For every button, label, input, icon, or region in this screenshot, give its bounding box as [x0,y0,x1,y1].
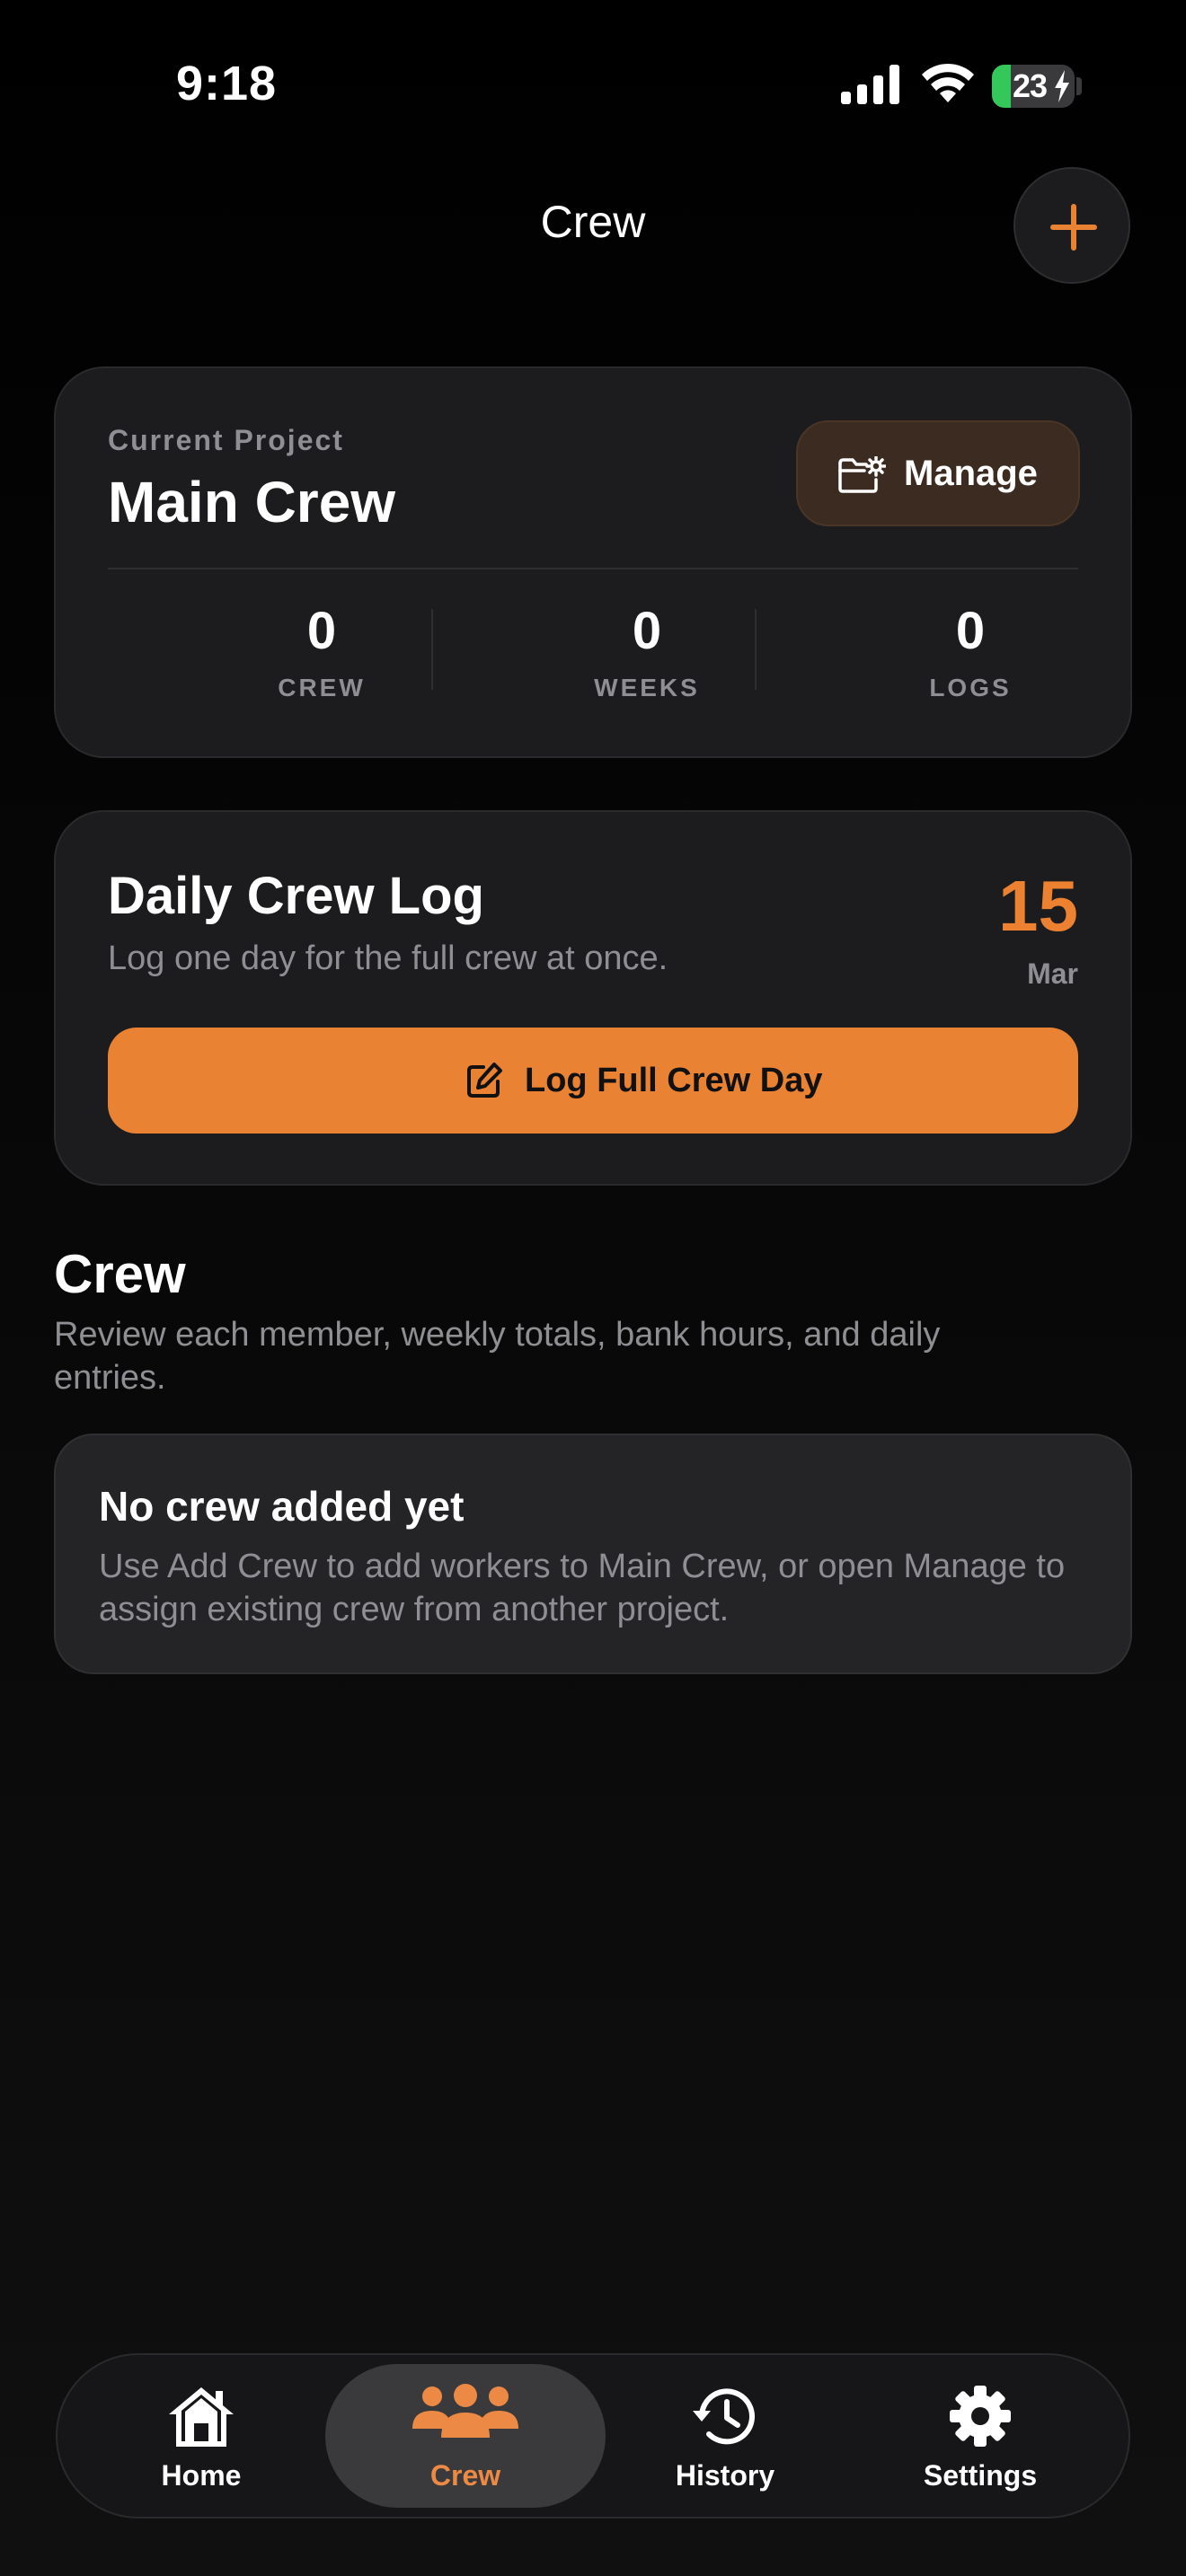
stat-value: 0 [955,602,986,660]
signal-icon [841,65,899,104]
tab-home-label: Home [161,2459,242,2492]
page-title: Crew [540,197,646,247]
manage-button[interactable]: Manage [796,420,1080,526]
daily-log-subtitle: Log one day for the full crew at once. [108,940,668,977]
section-subtitle: Review each member, weekly totals, bank … [54,1316,941,1397]
tab-home[interactable]: Home [97,2364,305,2508]
tab-history[interactable]: History [618,2364,832,2508]
divider [108,568,1078,569]
folder-gear-icon [838,456,886,493]
date-day: 15 [998,866,1078,946]
tab-settings-label: Settings [923,2459,1038,2492]
stat-crew: 0 CREW [160,602,483,702]
stat-weeks: 0 WEEKS [485,602,809,702]
project-label: Current Project [108,424,344,456]
tab-crew-label: Crew [429,2459,501,2492]
stat-divider [755,609,757,690]
log-button-label: Log Full Crew Day [525,1062,823,1099]
tab-history-label: History [675,2459,775,2492]
section-title: Crew [54,1244,186,1304]
stat-label: CREW [278,674,366,701]
wifi-icon [922,63,974,102]
plus-icon [1050,204,1097,251]
stat-value: 0 [306,602,337,660]
manage-label: Manage [904,454,1038,493]
charging-bolt-icon [1055,70,1069,102]
house-icon [169,2387,234,2447]
stat-divider [431,609,433,690]
date-month: Mar [1027,957,1078,990]
stat-label: LOGS [929,674,1012,701]
tab-crew[interactable]: Crew [325,2364,606,2508]
battery-cap [1076,77,1082,95]
status-bar: 9:18 23 [0,0,1186,171]
daily-log-card: Daily Crew Log Log one day for the full … [54,810,1132,1186]
edit-square-icon [467,1063,502,1098]
empty-state-title: No crew added yet [99,1483,465,1530]
log-full-crew-day-button[interactable]: Log Full Crew Day [108,1028,1078,1134]
project-card: Current Project Main Crew Manage 0 CREW [54,366,1132,758]
empty-state-card: No crew added yet Use Add Crew to add wo… [54,1434,1132,1674]
battery-icon: 23 [992,65,1075,108]
tab-bar: Home Crew History Settings [56,2353,1130,2519]
stat-label: WEEKS [594,674,700,701]
gear-icon [950,2386,1011,2447]
tab-settings[interactable]: Settings [873,2364,1087,2508]
project-name: Main Crew [108,470,396,534]
history-clock-icon [693,2388,755,2445]
daily-log-title: Daily Crew Log [108,867,484,925]
stat-logs: 0 LOGS [809,602,1132,702]
empty-state-text: Use Add Crew to add workers to Main Crew… [99,1548,1066,1628]
people-icon [412,2384,518,2438]
stat-value: 0 [632,602,662,660]
add-crew-button[interactable] [1013,167,1130,284]
status-time: 9:18 [176,57,278,110]
